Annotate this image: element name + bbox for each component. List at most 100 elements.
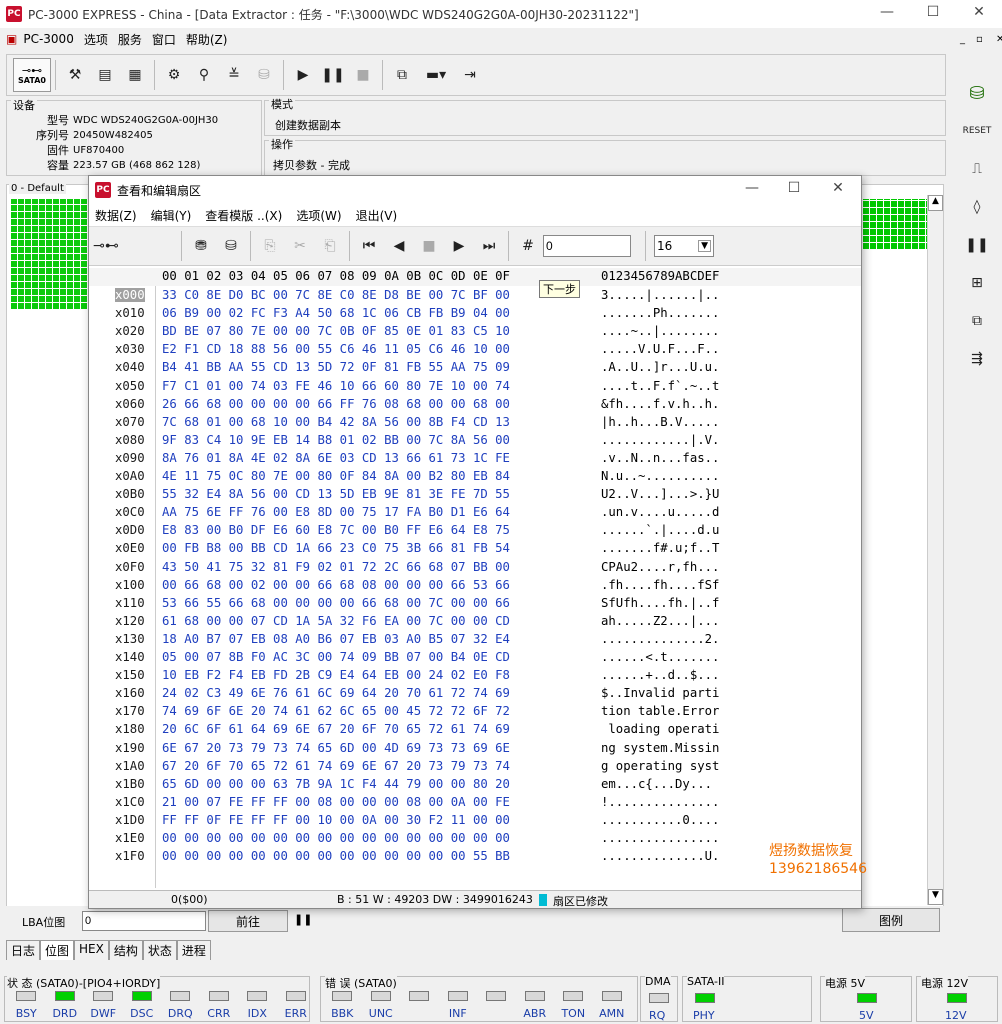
connector-icon[interactable]: ⇶ bbox=[962, 344, 992, 374]
scroll-down-icon[interactable]: ▼ bbox=[928, 889, 943, 905]
hex-close-icon[interactable]: ✕ bbox=[823, 180, 853, 196]
row-hex[interactable]: E2 F1 CD 18 88 56 00 55 C6 46 11 05 C6 4… bbox=[162, 342, 510, 356]
first-icon[interactable]: ⏮ bbox=[354, 231, 384, 261]
row-ascii[interactable]: .un.v....u.....d bbox=[601, 505, 719, 519]
row-ascii[interactable]: tion table.Error bbox=[601, 704, 719, 718]
row-ascii[interactable]: ....~..|........ bbox=[601, 324, 719, 338]
menu-window[interactable]: 窗口 bbox=[152, 31, 176, 48]
map-view-icon[interactable]: ▬▾ bbox=[417, 60, 455, 90]
row-ascii[interactable]: U2..V...]...>.}U bbox=[601, 487, 719, 501]
row-ascii[interactable]: &fh....f.v.h..h. bbox=[601, 397, 719, 411]
row-hex[interactable]: 8A 76 01 8A 4E 02 8A 6E 03 CD 13 66 61 7… bbox=[162, 451, 510, 465]
row-ascii[interactable]: ..............U. bbox=[601, 849, 719, 863]
row-hex[interactable]: 00 00 00 00 00 00 00 00 00 00 00 00 00 0… bbox=[162, 849, 510, 863]
row-ascii[interactable]: N.u..~.......... bbox=[601, 469, 719, 483]
row-hex[interactable]: 9F 83 C4 10 9E EB 14 B8 01 02 BB 00 7C 8… bbox=[162, 433, 510, 447]
row-hex[interactable]: 74 69 6F 6E 20 74 61 62 6C 65 00 45 72 7… bbox=[162, 704, 510, 718]
row-hex[interactable]: 05 00 07 8B F0 AC 3C 00 74 09 BB 07 00 B… bbox=[162, 650, 510, 664]
row-hex[interactable]: AA 75 6E FF 76 00 E8 8D 00 75 17 FA B0 D… bbox=[162, 505, 510, 519]
hex-maximize-icon[interactable]: ☐ bbox=[779, 180, 809, 196]
row-hex[interactable]: 33 C0 8E D0 BC 00 7C 8E C0 8E D8 BE 00 7… bbox=[162, 288, 510, 302]
binoculars-icon[interactable]: ⚲ bbox=[189, 60, 219, 90]
row-hex[interactable]: 18 A0 B7 07 EB 08 A0 B6 07 EB 03 A0 B5 0… bbox=[162, 632, 510, 646]
tab-process[interactable]: 进程 bbox=[176, 940, 211, 960]
row-hex[interactable]: 10 EB F2 F4 EB FD 2B C9 E4 64 EB 00 24 0… bbox=[162, 668, 510, 682]
row-hex[interactable]: 24 02 C3 49 6E 76 61 6C 69 64 20 70 61 7… bbox=[162, 686, 510, 700]
row-ascii[interactable]: $..Invalid parti bbox=[601, 686, 719, 700]
row-hex[interactable]: 21 00 07 FE FF FF 00 08 00 00 00 08 00 0… bbox=[162, 795, 510, 809]
row-ascii[interactable]: ng system.Missin bbox=[601, 741, 719, 755]
mdi-restore-icon[interactable]: ▫ bbox=[976, 34, 983, 45]
row-ascii[interactable]: ................ bbox=[601, 831, 719, 845]
row-hex[interactable]: 00 00 00 00 00 00 00 00 00 00 00 00 00 0… bbox=[162, 831, 510, 845]
row-hex[interactable]: F7 C1 01 00 74 03 FE 46 10 66 60 80 7E 1… bbox=[162, 379, 510, 393]
row-ascii[interactable]: |h..h...B.V..... bbox=[601, 415, 719, 429]
row-ascii[interactable]: SfUfh....fh.|..f bbox=[601, 596, 719, 610]
row-hex[interactable]: 43 50 41 75 32 81 F9 02 01 72 2C 66 68 0… bbox=[162, 560, 510, 574]
pause-side-icon[interactable]: ❚❚ bbox=[962, 230, 992, 260]
row-ascii[interactable]: .......f#.u;f..T bbox=[601, 541, 719, 555]
row-ascii[interactable]: ..............2. bbox=[601, 632, 719, 646]
tools-icon[interactable]: ⚒ bbox=[60, 60, 90, 90]
row-hex[interactable]: E8 83 00 B0 DF E6 60 E8 7C 00 B0 FF E6 6… bbox=[162, 523, 510, 537]
chevron-down-icon[interactable]: ▼ bbox=[698, 240, 711, 252]
lba-input[interactable] bbox=[82, 911, 206, 931]
tab-bitmap[interactable]: 位图 bbox=[40, 940, 75, 960]
row-hex[interactable]: 67 20 6F 70 65 72 61 74 69 6E 67 20 73 7… bbox=[162, 759, 510, 773]
row-hex[interactable]: 4E 11 75 0C 80 7E 00 80 0F 84 8A 00 B2 8… bbox=[162, 469, 510, 483]
prev-icon[interactable]: ◀ bbox=[384, 231, 414, 261]
row-ascii[interactable]: loading operati bbox=[601, 722, 719, 736]
hex-menu-template[interactable]: 查看模版 ..(X) bbox=[205, 207, 282, 224]
menu-services[interactable]: 服务 bbox=[118, 31, 142, 48]
menu-help[interactable]: 帮助(Z) bbox=[186, 31, 228, 48]
windows-close-icon[interactable]: ⧉ bbox=[962, 306, 992, 336]
row-hex[interactable]: 65 6D 00 00 00 63 7B 9A 1C F4 44 79 00 0… bbox=[162, 777, 510, 791]
last-icon[interactable]: ⏭ bbox=[474, 231, 504, 261]
rows-select[interactable]: 16 ▼ bbox=[654, 235, 714, 257]
reset-icon[interactable]: RESET bbox=[962, 116, 992, 146]
settings-icon[interactable]: ⚙ bbox=[159, 60, 189, 90]
power-icon[interactable]: ⛁ bbox=[962, 78, 992, 108]
row-ascii[interactable]: !............... bbox=[601, 795, 719, 809]
row-ascii[interactable]: ....t..F.f`.~..t bbox=[601, 379, 719, 393]
row-ascii[interactable]: ......<.t....... bbox=[601, 650, 719, 664]
row-hex[interactable]: 06 B9 00 02 FC F3 A4 50 68 1C 06 CB FB B… bbox=[162, 306, 510, 320]
menu-options[interactable]: 选项 bbox=[84, 31, 108, 48]
pause-icon-lba[interactable]: ❚❚ bbox=[294, 913, 312, 926]
scroll-up-icon[interactable]: ▲ bbox=[928, 195, 943, 211]
row-hex[interactable]: 7C 68 01 00 68 10 00 B4 42 8A 56 00 8B F… bbox=[162, 415, 510, 429]
copy-window-icon[interactable]: ⧉ bbox=[387, 60, 417, 90]
row-ascii[interactable]: ah.....Z2...|... bbox=[601, 614, 719, 628]
row-ascii[interactable]: em...c{...Dy... bbox=[601, 777, 719, 791]
row-ascii[interactable]: g operating syst bbox=[601, 759, 719, 773]
play-icon[interactable]: ▶ bbox=[288, 60, 318, 90]
hex-menu-exit[interactable]: 退出(V) bbox=[356, 207, 398, 224]
row-ascii[interactable]: CPAu2....r,fh... bbox=[601, 560, 719, 574]
row-ascii[interactable]: 3.....|......|.. bbox=[601, 288, 719, 302]
tab-log[interactable]: 日志 bbox=[6, 940, 41, 960]
drive-id-icon[interactable]: ▤ bbox=[90, 60, 120, 90]
sector-number-input[interactable] bbox=[543, 235, 631, 257]
pause-icon[interactable]: ❚❚ bbox=[318, 60, 348, 90]
mdi-minimize-icon[interactable]: _ bbox=[960, 34, 965, 45]
row-hex[interactable]: 53 66 55 66 68 00 00 00 00 66 68 00 7C 0… bbox=[162, 596, 510, 610]
tab-status[interactable]: 状态 bbox=[142, 940, 177, 960]
close-icon[interactable]: ✕ bbox=[964, 4, 994, 20]
hex-menu-options[interactable]: 选项(W) bbox=[296, 207, 341, 224]
goto-button[interactable]: 前往 bbox=[208, 910, 288, 932]
row-hex[interactable]: 20 6C 6F 61 64 69 6E 67 20 6F 70 65 72 6… bbox=[162, 722, 510, 736]
row-ascii[interactable]: .....V.U.F...F.. bbox=[601, 342, 719, 356]
compare-icon[interactable]: ≚ bbox=[219, 60, 249, 90]
row-hex[interactable]: BD BE 07 80 7E 00 00 7C 0B 0F 85 0E 01 8… bbox=[162, 324, 510, 338]
hex-menu-edit[interactable]: 编辑(Y) bbox=[151, 207, 192, 224]
counter-icon[interactable]: ⊞ bbox=[962, 268, 992, 298]
minimize-icon[interactable]: — bbox=[872, 4, 902, 20]
write-sector-icon[interactable]: ⛁ bbox=[216, 231, 246, 261]
goto-sector-icon[interactable]: # bbox=[513, 231, 543, 261]
row-hex[interactable]: 61 68 00 00 07 CD 1A 5A 32 F6 EA 00 7C 0… bbox=[162, 614, 510, 628]
row-ascii[interactable]: .A..U..]r...U.u. bbox=[601, 360, 719, 374]
mdi-close-icon[interactable]: ✕ bbox=[996, 34, 1002, 45]
row-ascii[interactable]: .v..N..n...fas.. bbox=[601, 451, 719, 465]
row-ascii[interactable]: ............|.V. bbox=[601, 433, 719, 447]
maximize-icon[interactable]: ☐ bbox=[918, 4, 948, 20]
